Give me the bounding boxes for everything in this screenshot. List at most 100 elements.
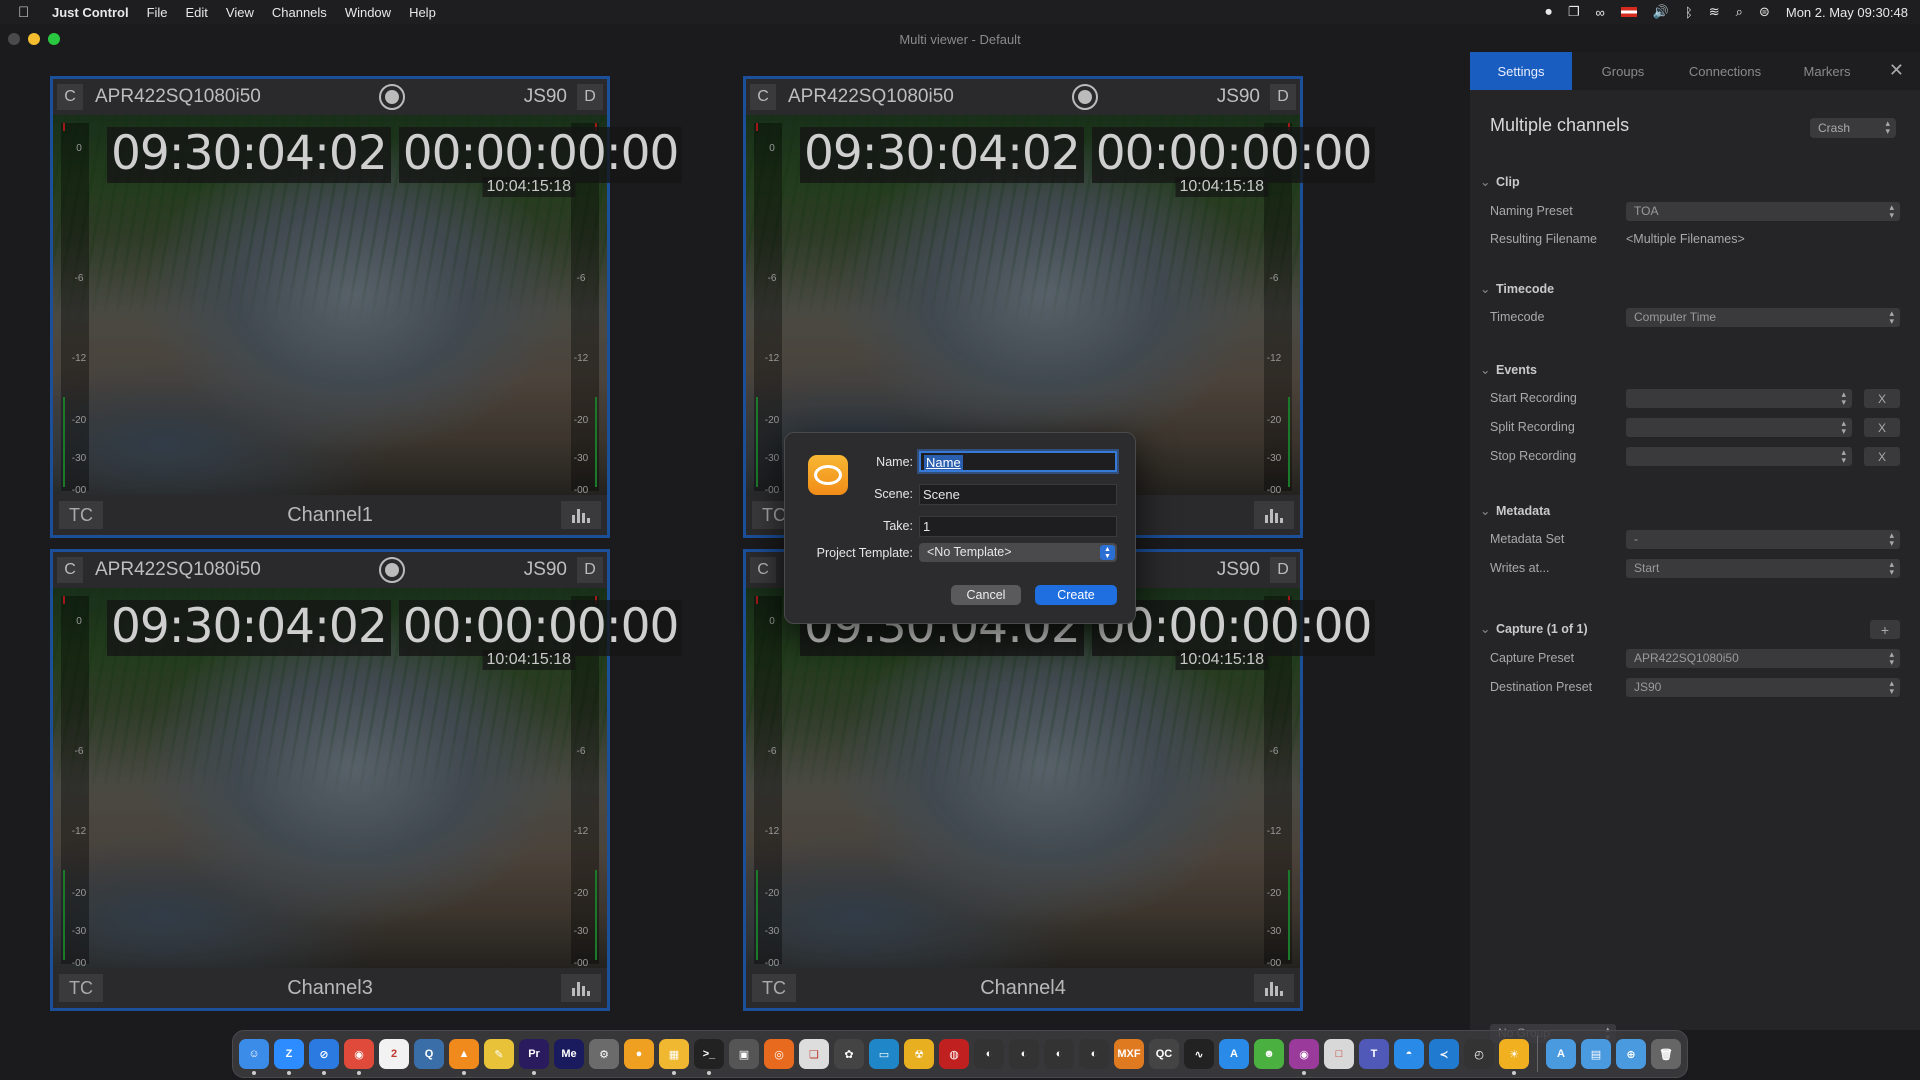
- dock-finder-icon[interactable]: ☺: [239, 1039, 269, 1075]
- dock-activity-icon[interactable]: ∿: [1184, 1039, 1214, 1069]
- dock-calendar-icon[interactable]: 2: [379, 1039, 409, 1069]
- destination-badge[interactable]: D: [1270, 557, 1296, 583]
- clear-stop-button[interactable]: X: [1864, 447, 1900, 466]
- wifi-icon[interactable]: ≋: [1709, 4, 1720, 20]
- dock-firefox-icon[interactable]: ◎: [764, 1039, 794, 1069]
- dock-messenger-icon[interactable]: ◓: [1394, 1039, 1424, 1069]
- section-capture[interactable]: ⌄ Capture (1 of 1): [1480, 621, 1588, 636]
- destination-badge[interactable]: D: [577, 84, 603, 110]
- dock-record-app-icon[interactable]: ◍: [939, 1039, 969, 1069]
- dock-app-store-icon[interactable]: A: [1219, 1039, 1249, 1069]
- cancel-button[interactable]: Cancel: [951, 585, 1021, 605]
- dock-davinci-icon[interactable]: ✿: [834, 1039, 864, 1069]
- project-template-select[interactable]: <No Template> ▲ ▼: [919, 543, 1117, 562]
- take-field[interactable]: 1: [919, 516, 1117, 537]
- dock-docs-folder-icon[interactable]: ▤: [1581, 1039, 1611, 1069]
- apple-icon[interactable]: : [18, 4, 42, 21]
- audio-meter-toggle-icon[interactable]: [561, 501, 601, 529]
- crash-select[interactable]: Crash ▴ ▾: [1810, 118, 1896, 138]
- section-timecode[interactable]: ⌄ Timecode: [1480, 281, 1554, 296]
- dock-qc-icon[interactable]: QC: [1149, 1039, 1179, 1069]
- audio-meter-toggle-icon[interactable]: [561, 974, 601, 1002]
- minimize-window-button[interactable]: [28, 33, 40, 45]
- dock-purple-app-icon[interactable]: ◉: [1289, 1039, 1319, 1075]
- menu-channels[interactable]: Channels: [272, 5, 327, 20]
- menu-view[interactable]: View: [226, 5, 254, 20]
- dock-safari-icon[interactable]: ⊘: [309, 1039, 339, 1075]
- dock-alien-icon[interactable]: ☻: [1254, 1039, 1284, 1069]
- dock-tool-orange-icon[interactable]: ●: [624, 1039, 654, 1069]
- dock-speaker-1-icon[interactable]: ◐: [974, 1039, 1004, 1069]
- dock-system-preferences-icon[interactable]: ⚙: [589, 1039, 619, 1069]
- dock-media-encoder-icon[interactable]: Me: [554, 1039, 584, 1069]
- close-panel-icon[interactable]: ✕: [1889, 60, 1904, 81]
- capture-badge[interactable]: C: [57, 557, 83, 583]
- volume-icon[interactable]: 🔊: [1653, 4, 1669, 20]
- spotlight-icon[interactable]: ⌕: [1736, 4, 1743, 20]
- channel-tile[interactable]: C APR422SQ1080i50 JS90 D 0 -6 -12 -20 -30 -00…: [50, 76, 683, 538]
- dock-tool-grid-icon[interactable]: ▦: [659, 1039, 689, 1075]
- creative-cloud-icon[interactable]: ∞: [1595, 5, 1604, 20]
- tab-settings[interactable]: Settings: [1470, 52, 1572, 90]
- destination-badge[interactable]: D: [1270, 84, 1296, 110]
- section-clip[interactable]: ⌄ Clip: [1480, 174, 1520, 189]
- audio-meter-toggle-icon[interactable]: [1254, 974, 1294, 1002]
- dock-teams-icon[interactable]: T: [1359, 1039, 1389, 1069]
- dock-speaker-2-icon[interactable]: ◐: [1009, 1039, 1039, 1069]
- stop-recording-select[interactable]: ▴ ▾: [1626, 447, 1852, 466]
- record-button[interactable]: [379, 557, 405, 583]
- section-metadata[interactable]: ⌄ Metadata: [1480, 503, 1550, 518]
- record-button[interactable]: [1072, 84, 1098, 110]
- writes-at-select[interactable]: Start ▴ ▾: [1626, 559, 1900, 578]
- start-recording-select[interactable]: ▴ ▾: [1626, 389, 1852, 408]
- timecode-button[interactable]: TC: [59, 974, 103, 1002]
- clear-split-button[interactable]: X: [1864, 418, 1900, 437]
- close-window-button[interactable]: [8, 33, 20, 45]
- create-button[interactable]: Create: [1035, 585, 1117, 605]
- dock-speaker-3-icon[interactable]: ◐: [1044, 1039, 1074, 1069]
- dock-speaker-4-icon[interactable]: ◐: [1079, 1039, 1109, 1069]
- dock-chrome-icon[interactable]: ◉: [344, 1039, 374, 1075]
- timecode-select[interactable]: Computer Time ▴ ▾: [1626, 308, 1900, 327]
- tab-connections[interactable]: Connections: [1674, 52, 1776, 90]
- stop-record-icon[interactable]: ⏺: [1545, 4, 1552, 20]
- capture-badge[interactable]: C: [57, 84, 83, 110]
- naming-preset-select[interactable]: TOA ▴ ▾: [1626, 202, 1900, 221]
- dock-signal-icon[interactable]: ◴: [1464, 1039, 1494, 1069]
- dock-trash-icon[interactable]: 🗑: [1651, 1039, 1681, 1069]
- timecode-button[interactable]: TC: [59, 501, 103, 529]
- dock-preview-icon[interactable]: ❏: [799, 1039, 829, 1069]
- capture-badge[interactable]: C: [750, 557, 776, 583]
- dock-quicktime-icon[interactable]: Q: [414, 1039, 444, 1069]
- dock-screenshot-icon[interactable]: ▣: [729, 1039, 759, 1069]
- dock-keynote-icon[interactable]: ▭: [869, 1039, 899, 1069]
- screens-icon[interactable]: ❐: [1568, 4, 1580, 20]
- channel-tile[interactable]: C APR422SQ1080i50 JS90 D 0 -6 -12 -20 -30 -00…: [50, 549, 683, 1011]
- dock-claquette-icon[interactable]: ✎: [484, 1039, 514, 1069]
- dock-vlc-icon[interactable]: ▲: [449, 1039, 479, 1075]
- destination-preset-select[interactable]: JS90 ▴ ▾: [1626, 678, 1900, 697]
- timecode-button[interactable]: TC: [752, 974, 796, 1002]
- metadata-set-select[interactable]: - ▴ ▾: [1626, 530, 1900, 549]
- menu-help[interactable]: Help: [409, 5, 436, 20]
- clear-start-button[interactable]: X: [1864, 389, 1900, 408]
- capture-badge[interactable]: C: [750, 84, 776, 110]
- tab-groups[interactable]: Groups: [1572, 52, 1674, 90]
- dock-radioactive-icon[interactable]: ☢: [904, 1039, 934, 1069]
- zoom-window-button[interactable]: [48, 33, 60, 45]
- dock-vscode-icon[interactable]: ≺: [1429, 1039, 1459, 1069]
- menu-edit[interactable]: Edit: [186, 5, 208, 20]
- dock-terminal-icon[interactable]: >_: [694, 1039, 724, 1075]
- destination-badge[interactable]: D: [577, 557, 603, 583]
- dock-premiere-icon[interactable]: Pr: [519, 1039, 549, 1075]
- scene-field[interactable]: Scene: [919, 484, 1117, 505]
- control-center-icon[interactable]: ⊜: [1759, 4, 1770, 20]
- app-menu[interactable]: Just Control: [52, 5, 129, 20]
- add-capture-button[interactable]: +: [1870, 620, 1900, 639]
- dock-apps-folder-icon[interactable]: A: [1546, 1039, 1576, 1069]
- audio-meter-toggle-icon[interactable]: [1254, 501, 1294, 529]
- record-button[interactable]: [379, 84, 405, 110]
- bluetooth-icon[interactable]: ᛒ: [1685, 5, 1693, 20]
- flag-icon[interactable]: [1620, 7, 1637, 17]
- dock-sun-app-icon[interactable]: ☀: [1499, 1039, 1529, 1075]
